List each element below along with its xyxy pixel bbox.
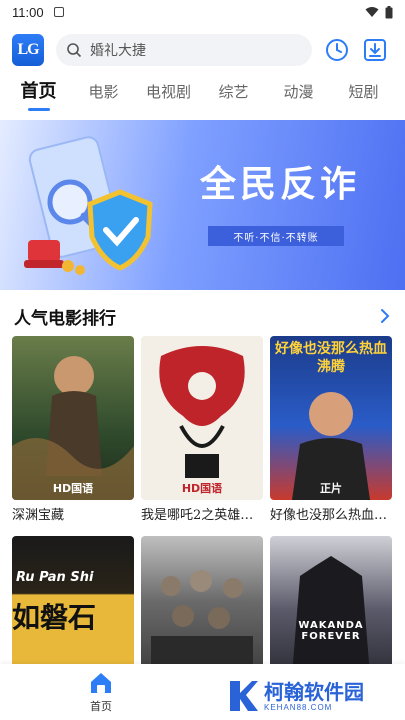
home-icon xyxy=(91,673,111,693)
tab-anime[interactable]: 动漫 xyxy=(266,79,331,105)
search-icon xyxy=(67,43,82,58)
poster-headline: 好像也没那么热血沸腾 xyxy=(275,341,387,375)
movie-poster[interactable]: 好像也没那么热血沸腾 正片 xyxy=(270,336,392,500)
poster-art xyxy=(12,356,134,500)
notification-icon xyxy=(53,7,64,17)
banner-subtitle: 不听·不信·不转账 xyxy=(208,226,344,246)
tab-movies[interactable]: 电影 xyxy=(71,79,136,105)
tab-short-drama[interactable]: 短剧 xyxy=(331,79,396,105)
poster-headline: WAKANDA FOREVER xyxy=(298,620,364,642)
banner-title: 全民反诈 xyxy=(199,164,360,205)
movie-title: 深渊宝藏 xyxy=(12,508,65,523)
nav-home-label: 首页 xyxy=(90,700,112,713)
poster-badge: HD国语 xyxy=(52,482,94,495)
category-tabs: 首页 电影 电视剧 综艺 动漫 短剧 xyxy=(0,74,405,111)
movie-poster[interactable]: HD国语 xyxy=(141,336,263,500)
chevron-right-icon[interactable] xyxy=(379,308,391,324)
poster-badge: HD国语 xyxy=(181,482,223,495)
search-input[interactable] xyxy=(90,42,290,58)
tab-active-indicator xyxy=(28,108,50,111)
poster-title-art: 如磐石 xyxy=(12,601,97,634)
wifi-icon xyxy=(365,7,379,17)
watermark: 柯翰软件园 KEHAN88.COM xyxy=(226,674,396,718)
history-clock-icon[interactable] xyxy=(324,37,350,63)
tab-label: 短剧 xyxy=(348,83,379,101)
watermark-url: KEHAN88.COM xyxy=(264,702,333,712)
section-header: 人气电影排行 xyxy=(0,300,405,332)
tab-label: 动漫 xyxy=(283,83,314,101)
tab-variety[interactable]: 综艺 xyxy=(201,79,266,105)
download-icon[interactable] xyxy=(362,37,388,63)
movie-title: 好像也没那么热血沸腾 xyxy=(270,508,392,523)
app-header: LG xyxy=(0,30,405,70)
search-bar[interactable] xyxy=(56,34,312,66)
poster-badge: 正片 xyxy=(320,482,342,495)
tab-home[interactable]: 首页 xyxy=(6,79,71,111)
nav-home[interactable]: 首页 xyxy=(84,670,118,714)
status-indicators xyxy=(365,5,393,19)
tab-label: 首页 xyxy=(20,81,57,102)
watermark-logo-icon xyxy=(230,681,258,711)
tab-label: 电影 xyxy=(88,83,119,101)
tab-tv-series[interactable]: 电视剧 xyxy=(136,79,201,105)
status-bar: 11:00 xyxy=(0,0,405,24)
section-title: 人气电影排行 xyxy=(14,308,116,329)
movie-poster[interactable]: HD国语 xyxy=(12,336,134,500)
app-logo[interactable]: LG xyxy=(12,34,44,66)
promo-banner[interactable]: 全民反诈 不听·不信·不转账 xyxy=(0,120,405,290)
movie-card[interactable]: 好像也没那么热血沸腾 正片 好像也没那么热血沸腾 xyxy=(270,336,392,523)
tab-label: 综艺 xyxy=(218,83,249,101)
status-time: 11:00 xyxy=(12,4,44,20)
tab-label: 电视剧 xyxy=(145,83,191,101)
anti-fraud-illustration xyxy=(24,136,153,275)
watermark-name: 柯翰软件园 xyxy=(264,679,364,704)
battery-icon xyxy=(385,5,393,18)
movie-card[interactable]: HD国语 我是哪吒2之英雄归来 xyxy=(141,336,263,523)
movie-title: 我是哪吒2之英雄归来 xyxy=(141,508,263,523)
poster-headline: Ru Pan Shi xyxy=(16,570,94,585)
poster-art xyxy=(159,346,245,478)
movie-card[interactable]: HD国语 深渊宝藏 xyxy=(12,336,134,523)
